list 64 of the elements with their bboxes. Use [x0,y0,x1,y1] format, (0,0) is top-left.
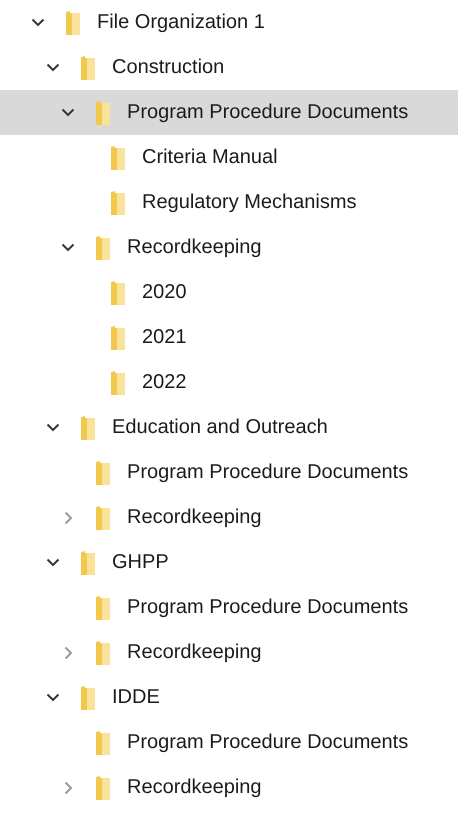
tree-item[interactable]: File Organization 1 [0,0,458,45]
chevron-down-icon[interactable] [61,108,75,117]
chevron-down-icon[interactable] [46,63,60,72]
folder-name: Regulatory Mechanisms [142,191,357,214]
folder-icon [111,326,125,350]
folder-icon [81,686,95,710]
folder-icon [96,506,110,530]
folder-name: Recordkeeping [127,776,262,799]
chevron-right-icon[interactable] [64,510,72,524]
folder-name: Recordkeeping [127,236,262,259]
chevron-down-icon[interactable] [46,693,60,702]
folder-name: Program Procedure Documents [127,731,408,754]
folder-icon [96,460,110,484]
folder-name: IDDE [112,686,160,709]
tree-item[interactable]: Regulatory Mechanisms [0,180,458,225]
tree-item[interactable]: Recordkeeping [0,630,458,675]
folder-icon [96,100,110,124]
folder-name: Program Procedure Documents [127,461,408,484]
folder-icon [81,56,95,80]
tree-item[interactable]: Program Procedure Documents [0,450,458,495]
chevron-down-icon[interactable] [46,558,60,567]
folder-icon [96,776,110,800]
folder-name: Construction [112,56,224,79]
folder-icon [111,190,125,214]
folder-icon [81,550,95,574]
folder-name: Program Procedure Documents [127,101,408,124]
chevron-right-icon[interactable] [64,780,72,794]
folder-name: GHPP [112,551,169,574]
chevron-down-icon[interactable] [46,423,60,432]
tree-item[interactable]: Construction [0,45,458,90]
tree-item[interactable]: Recordkeeping [0,495,458,540]
tree-item[interactable]: GHPP [0,540,458,585]
folder-name: Education and Outreach [112,416,328,439]
folder-icon [96,236,110,260]
folder-name: Program Procedure Documents [127,596,408,619]
tree-item[interactable]: Recordkeeping [0,225,458,270]
folder-name: 2021 [142,326,186,349]
folder-name: Criteria Manual [142,146,278,169]
tree-item[interactable]: Program Procedure Documents [0,585,458,630]
tree-item[interactable]: Education and Outreach [0,405,458,450]
tree-item[interactable]: Program Procedure Documents [0,90,458,135]
folder-name: File Organization 1 [97,11,265,34]
folder-icon [111,146,125,170]
chevron-right-icon[interactable] [64,646,72,660]
tree-item[interactable]: Recordkeeping [0,765,458,810]
folder-icon [96,640,110,664]
folder-icon [66,10,80,34]
tree-item[interactable]: Program Procedure Documents [0,720,458,765]
folder-name: Recordkeeping [127,641,262,664]
folder-icon [111,370,125,394]
tree-item[interactable]: 2021 [0,315,458,360]
folder-icon [96,730,110,754]
folder-icon [81,416,95,440]
folder-name: 2022 [142,371,186,394]
chevron-down-icon[interactable] [31,18,45,27]
folder-icon [96,596,110,620]
folder-name: Recordkeeping [127,506,262,529]
tree-item[interactable]: 2020 [0,270,458,315]
tree-item[interactable]: 2022 [0,360,458,405]
folder-icon [111,280,125,304]
tree-item[interactable]: Criteria Manual [0,135,458,180]
folder-name: 2020 [142,281,186,304]
tree-item[interactable]: IDDE [0,675,458,720]
chevron-down-icon[interactable] [61,243,75,252]
